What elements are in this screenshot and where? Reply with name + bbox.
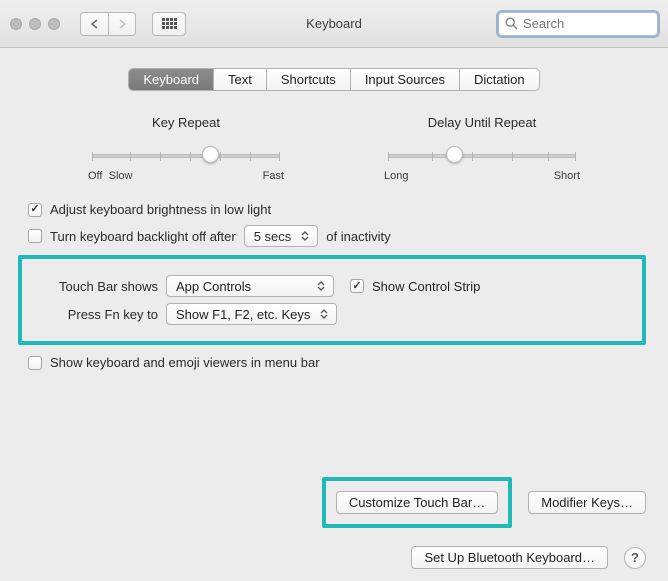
touch-bar-highlight: Touch Bar shows App Controls Show Contro… — [18, 255, 646, 345]
search-icon — [505, 17, 518, 33]
viewers-menubar-label: Show keyboard and emoji viewers in menu … — [50, 355, 320, 370]
adjust-brightness-row[interactable]: Adjust keyboard brightness in low light — [28, 202, 646, 217]
backlight-off-checkbox[interactable] — [28, 229, 42, 243]
tab-input-sources[interactable]: Input Sources — [351, 69, 460, 90]
tab-dictation[interactable]: Dictation — [460, 69, 539, 90]
adjust-brightness-label: Adjust keyboard brightness in low light — [50, 202, 271, 217]
key-repeat-title: Key Repeat — [86, 115, 286, 130]
show-control-strip-checkbox[interactable] — [350, 279, 364, 293]
chevron-updown-icon — [313, 277, 329, 295]
backlight-off-row[interactable]: Turn keyboard backlight off after 5 secs… — [28, 225, 646, 247]
touch-bar-label: Touch Bar shows — [28, 279, 158, 294]
content: Keyboard Text Shortcuts Input Sources Di… — [0, 48, 668, 392]
zoom-window-icon[interactable] — [48, 18, 60, 30]
key-repeat-labels: Off Slow Fast — [86, 170, 286, 182]
customize-highlight: Customize Touch Bar… — [322, 477, 512, 528]
backlight-off-label-before: Turn keyboard backlight off after — [50, 229, 236, 244]
titlebar: Keyboard — [0, 0, 668, 48]
adjust-brightness-checkbox[interactable] — [28, 203, 42, 217]
key-repeat-slider[interactable] — [86, 144, 286, 168]
delay-labels: Long Short — [382, 170, 582, 182]
help-button[interactable]: ? — [624, 547, 646, 569]
backlight-off-select[interactable]: 5 secs — [244, 225, 319, 247]
key-repeat-slider-block: Key Repeat Off Slow Fast — [86, 115, 286, 182]
window-controls — [10, 18, 60, 30]
show-all-button[interactable] — [152, 12, 186, 36]
viewers-menubar-row[interactable]: Show keyboard and emoji viewers in menu … — [28, 355, 646, 370]
touch-bar-select[interactable]: App Controls — [166, 275, 334, 297]
minimize-window-icon[interactable] — [29, 18, 41, 30]
forward-button[interactable] — [108, 12, 136, 36]
show-control-strip-label: Show Control Strip — [372, 279, 480, 294]
viewers-menubar-checkbox[interactable] — [28, 356, 42, 370]
search-wrap — [498, 12, 658, 36]
backlight-off-label-after: of inactivity — [326, 229, 390, 244]
delay-slider-block: Delay Until Repeat Long Short — [382, 115, 582, 182]
chevron-updown-icon — [316, 305, 332, 323]
chevron-updown-icon — [297, 227, 313, 245]
tab-keyboard[interactable]: Keyboard — [129, 69, 214, 90]
tab-text[interactable]: Text — [214, 69, 267, 90]
bluetooth-keyboard-button[interactable]: Set Up Bluetooth Keyboard… — [411, 546, 608, 569]
delay-title: Delay Until Repeat — [382, 115, 582, 130]
nav-buttons — [80, 12, 136, 36]
close-window-icon[interactable] — [10, 18, 22, 30]
footer: Customize Touch Bar… Modifier Keys… Set … — [0, 477, 668, 569]
fn-key-select[interactable]: Show F1, F2, etc. Keys — [166, 303, 337, 325]
delay-slider[interactable] — [382, 144, 582, 168]
search-input[interactable] — [498, 12, 658, 36]
tab-bar: Keyboard Text Shortcuts Input Sources Di… — [128, 68, 539, 91]
fn-key-label: Press Fn key to — [28, 307, 158, 322]
modifier-keys-button[interactable]: Modifier Keys… — [528, 491, 646, 514]
tab-shortcuts[interactable]: Shortcuts — [267, 69, 351, 90]
grid-icon — [162, 18, 177, 29]
customize-touch-bar-button[interactable]: Customize Touch Bar… — [336, 491, 498, 514]
back-button[interactable] — [80, 12, 108, 36]
